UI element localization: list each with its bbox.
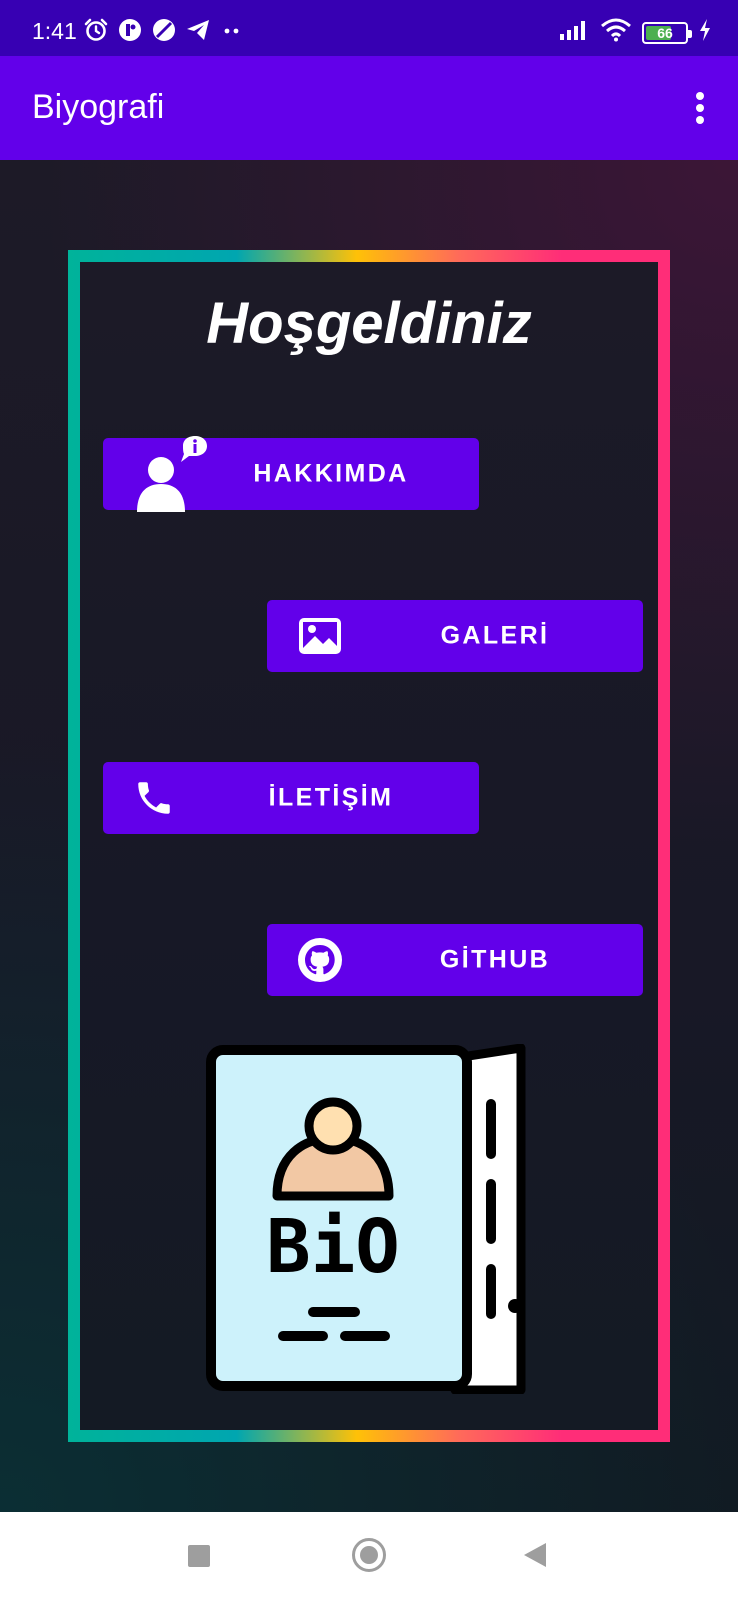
gallery-button-label: GALERİ xyxy=(440,621,550,650)
phone-icon xyxy=(133,777,175,819)
main-content: Hoşgeldiniz HAKKIMDA GALERİ İLETİŞİM GİT… xyxy=(0,160,738,1512)
status-time: 1:41 xyxy=(32,18,77,44)
image-icon xyxy=(297,616,343,656)
battery-icon: 66 xyxy=(642,21,692,44)
battery-level: 66 xyxy=(657,24,673,41)
app-title: Biyografi xyxy=(32,88,165,126)
system-icons: 66 xyxy=(558,18,712,47)
github-icon xyxy=(297,937,343,983)
home-icon[interactable] xyxy=(352,1538,386,1572)
wifi-icon xyxy=(600,18,632,47)
contact-button-label: İLETİŞİM xyxy=(268,783,394,812)
alarm-icon xyxy=(83,17,109,48)
bio-book-illustration: BiO xyxy=(205,1043,535,1395)
frame-panel: Hoşgeldiniz HAKKIMDA GALERİ İLETİŞİM GİT… xyxy=(80,262,658,1430)
notification-icons xyxy=(83,17,245,48)
about-button-label: HAKKIMDA xyxy=(253,459,409,488)
contact-button[interactable]: İLETİŞİM xyxy=(103,762,479,834)
gallery-button[interactable]: GALERİ xyxy=(267,600,643,672)
circle-slash-icon xyxy=(151,17,177,48)
recent-apps-icon[interactable] xyxy=(188,1545,210,1567)
charging-icon xyxy=(698,18,712,47)
app-bar: Biyografi xyxy=(0,56,738,160)
back-icon[interactable] xyxy=(524,1543,546,1567)
signal-icon xyxy=(558,19,590,46)
app-icon xyxy=(117,17,143,48)
telegram-icon xyxy=(185,17,211,48)
about-button[interactable]: HAKKIMDA xyxy=(103,436,479,512)
status-bar: 1:41 66 xyxy=(0,0,738,56)
welcome-title: Hoşgeldiniz xyxy=(206,291,532,356)
gradient-frame: Hoşgeldiniz HAKKIMDA GALERİ İLETİŞİM GİT… xyxy=(68,250,670,1442)
overflow-menu-icon[interactable] xyxy=(690,88,710,128)
github-button[interactable]: GİTHUB xyxy=(267,924,643,996)
github-button-label: GİTHUB xyxy=(439,945,551,974)
navigation-bar xyxy=(0,1512,738,1600)
bio-label: BiO xyxy=(266,1204,400,1290)
more-dots-icon xyxy=(219,17,245,48)
